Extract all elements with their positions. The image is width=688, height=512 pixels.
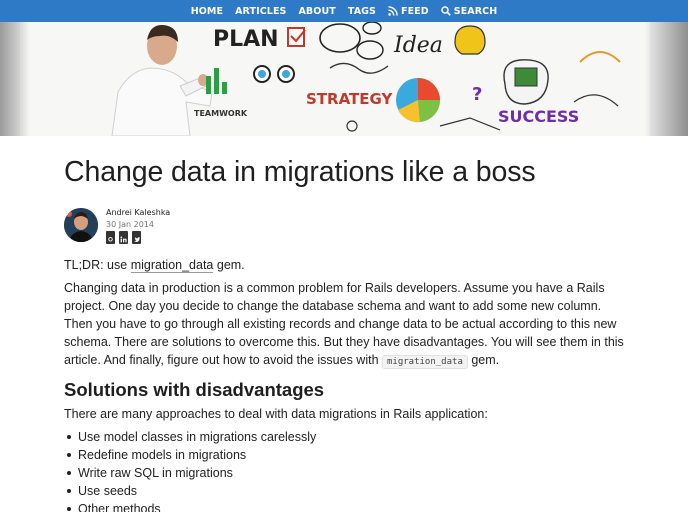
- post-title: Change data in migrations like a boss: [64, 156, 536, 188]
- section-intro: There are many approaches to deal with d…: [64, 407, 488, 421]
- svg-text:?: ?: [472, 84, 482, 105]
- author-social-links: [106, 231, 141, 244]
- intro-paragraph: Changing data in production is a common …: [64, 279, 629, 371]
- approaches-list: Use model classes in migrations careless…: [64, 428, 316, 512]
- nav-articles-label: ARTICLES: [235, 5, 287, 17]
- rss-icon: [388, 6, 398, 16]
- tldr-suffix: gem.: [213, 258, 245, 272]
- twitter-icon[interactable]: [132, 231, 141, 244]
- top-navbar: HOME ARTICLES ABOUT TAGS FEED SEARCH: [0, 0, 688, 22]
- nav-tags-link[interactable]: TAGS: [342, 6, 382, 17]
- migration-data-link[interactable]: migration_data: [130, 258, 214, 273]
- nav-search-link[interactable]: SEARCH: [435, 6, 504, 17]
- nav-list: HOME ARTICLES ABOUT TAGS FEED SEARCH: [0, 0, 688, 22]
- svg-text:Idea: Idea: [393, 33, 443, 58]
- github-icon[interactable]: [106, 231, 115, 244]
- svg-text:SUCCESS: SUCCESS: [498, 107, 579, 126]
- nav-articles-link[interactable]: ARTICLES: [229, 6, 292, 17]
- hero-edge-shadow-left: [0, 22, 30, 136]
- nav-search-label: SEARCH: [453, 5, 498, 17]
- author-avatar: [64, 208, 98, 242]
- nav-home-link[interactable]: HOME: [185, 6, 229, 17]
- author-name: Andrei Kaleshka: [106, 208, 171, 217]
- section-heading: Solutions with disadvantages: [64, 379, 325, 400]
- list-item: Write raw SQL in migrations: [64, 464, 316, 482]
- nav-about-label: ABOUT: [298, 5, 336, 17]
- list-item: Use seeds: [64, 482, 316, 500]
- linkedin-icon[interactable]: [119, 231, 128, 244]
- inline-code: migration_data: [382, 355, 468, 369]
- nav-tags-label: TAGS: [347, 5, 376, 17]
- tldr-line: TL;DR: use migration_data gem.: [64, 258, 245, 273]
- nav-about-link[interactable]: ABOUT: [292, 6, 341, 17]
- svg-text:PLAN: PLAN: [213, 27, 279, 52]
- nav-home-label: HOME: [190, 5, 224, 17]
- hero-edge-shadow-right: [644, 22, 688, 136]
- svg-text:TEAMWORK: TEAMWORK: [194, 109, 248, 118]
- svg-text:STRATEGY: STRATEGY: [306, 90, 393, 108]
- post-date: 30 Jan 2014: [106, 220, 154, 229]
- intro-paragraph-end: gem.: [467, 353, 500, 367]
- search-icon: [441, 6, 451, 16]
- whiteboard-illustration: PLAN Idea ? STRATEGY SUCCESS TEAMWORK: [0, 22, 688, 136]
- hero-banner-image: PLAN Idea ? STRATEGY SUCCESS TEAMWORK: [0, 22, 688, 136]
- nav-feed-link[interactable]: FEED: [382, 6, 435, 17]
- tldr-prefix: TL;DR: use: [64, 258, 131, 272]
- list-item: Use model classes in migrations careless…: [64, 428, 316, 446]
- author-meta: Andrei Kaleshka 30 Jan 2014: [64, 208, 364, 244]
- list-item: Redefine models in migrations: [64, 446, 316, 464]
- nav-feed-label: FEED: [401, 5, 429, 17]
- list-item: Other methods: [64, 500, 316, 512]
- intro-paragraph-text: Changing data in production is a common …: [64, 281, 624, 367]
